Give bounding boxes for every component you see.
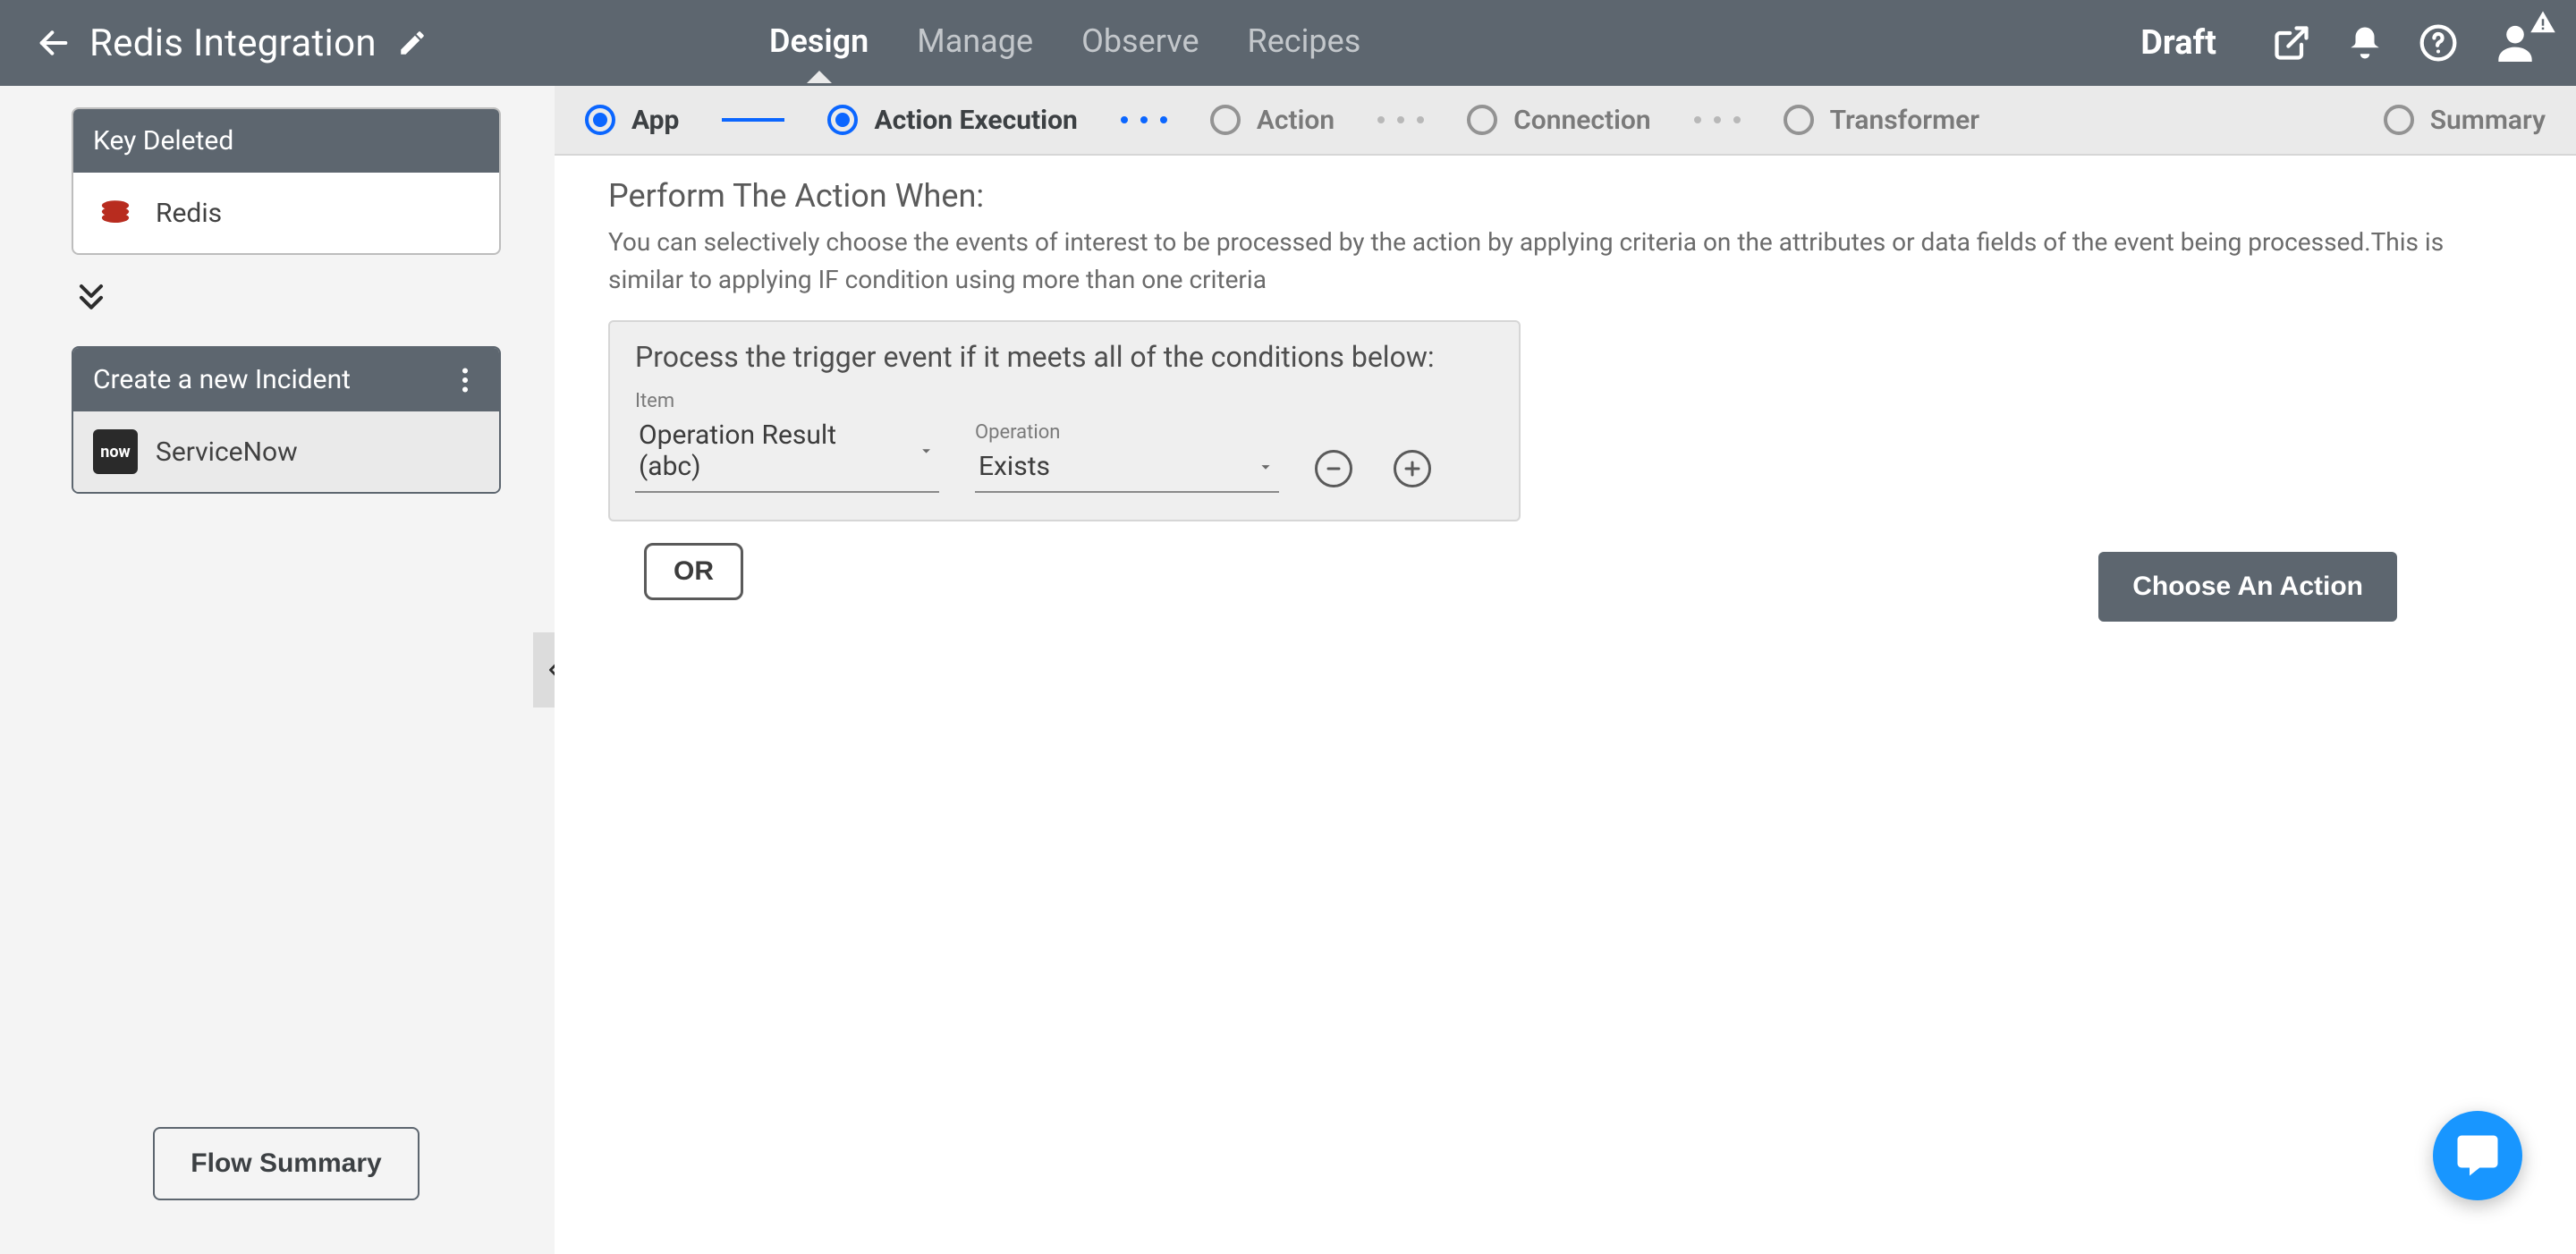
step-label: Action Execution [874,105,1077,136]
or-button[interactable]: OR [644,543,743,600]
action-card-header: Create a new Incident [73,348,499,411]
help-icon[interactable] [2417,21,2460,64]
step-label: App [631,105,679,136]
avatar-warning-icon [2529,9,2556,36]
item-field-label: Item [635,390,939,412]
step-radio-icon [1467,105,1497,135]
topbar-right: Draft [2140,0,2540,86]
operation-field-label: Operation [975,421,1279,444]
step-label: Summary [2430,105,2546,136]
trigger-card[interactable]: Key Deleted Redis [72,107,501,255]
item-select[interactable]: Operation Result (abc) [635,414,939,493]
nav-manage[interactable]: Manage [917,22,1033,64]
trigger-card-title: Key Deleted [93,125,233,157]
content: App Action Execution Action Connection T… [555,86,2576,1254]
panel-heading: Perform The Action When: [608,177,2504,215]
choose-action-button[interactable]: Choose An Action [2098,552,2397,622]
back-arrow-icon[interactable] [36,25,72,61]
action-card-title: Create a new Incident [93,364,351,395]
wizard-stepper: App Action Execution Action Connection T… [555,86,2576,156]
action-card-app: ServiceNow [156,436,298,468]
trigger-card-header: Key Deleted [73,109,499,173]
step-connector-line [722,118,784,122]
status-label: Draft [2140,23,2216,63]
avatar[interactable] [2490,18,2540,68]
chat-icon [2453,1131,2502,1180]
redis-icon [93,191,138,235]
top-nav: Design Manage Observe Recipes [769,0,1360,86]
operation-select-value: Exists [979,451,1050,482]
step-action-execution[interactable]: Action Execution [827,105,1077,136]
chat-fab[interactable] [2433,1111,2522,1200]
flow-connector-icon [72,276,501,316]
action-card[interactable]: Create a new Incident now ServiceNow [72,346,501,494]
action-card-menu-icon[interactable] [451,366,479,394]
step-action[interactable]: Action [1210,105,1335,136]
step-label: Transformer [1830,105,1979,136]
topbar: Redis Integration Design Manage Observe … [0,0,2576,86]
step-app[interactable]: App [585,105,679,136]
step-summary[interactable]: Summary [2384,105,2546,136]
open-external-icon[interactable] [2270,21,2313,64]
step-transformer[interactable]: Transformer [1784,105,1979,136]
chevron-down-icon [1256,457,1275,477]
topbar-left: Redis Integration [0,21,537,65]
step-label: Action [1257,105,1335,136]
item-select-value: Operation Result (abc) [639,419,895,482]
step-radio-icon [1784,105,1814,135]
condition-group: Process the trigger event if it meets al… [608,320,1521,521]
panel-helper: You can selectively choose the events of… [608,224,2504,299]
remove-condition-icon[interactable] [1315,450,1352,487]
operation-select[interactable]: Exists [975,445,1279,493]
step-radio-icon [585,105,615,135]
chevron-down-icon [917,441,936,461]
servicenow-icon: now [93,429,138,474]
step-radio-icon [1210,105,1241,135]
flow-summary-button[interactable]: Flow Summary [153,1127,419,1200]
nav-observe[interactable]: Observe [1081,22,1199,64]
step-radio-icon [2384,105,2414,135]
condition-row: Item Operation Result (abc) Operation Ex… [635,390,1494,493]
sidebar: Key Deleted Redis Create a new Incident … [0,86,555,1254]
add-condition-icon[interactable] [1394,450,1431,487]
trigger-card-app: Redis [156,198,222,229]
bell-icon[interactable] [2343,21,2386,64]
nav-design[interactable]: Design [769,22,869,64]
condition-group-title: Process the trigger event if it meets al… [635,340,1494,374]
action-card-body: now ServiceNow [73,411,499,492]
step-radio-icon [827,105,858,135]
edit-title-icon[interactable] [394,25,430,61]
page-title: Redis Integration [89,21,377,65]
nav-recipes[interactable]: Recipes [1248,22,1361,64]
step-connection[interactable]: Connection [1467,105,1651,136]
step-label: Connection [1513,105,1651,136]
trigger-card-body: Redis [73,173,499,253]
